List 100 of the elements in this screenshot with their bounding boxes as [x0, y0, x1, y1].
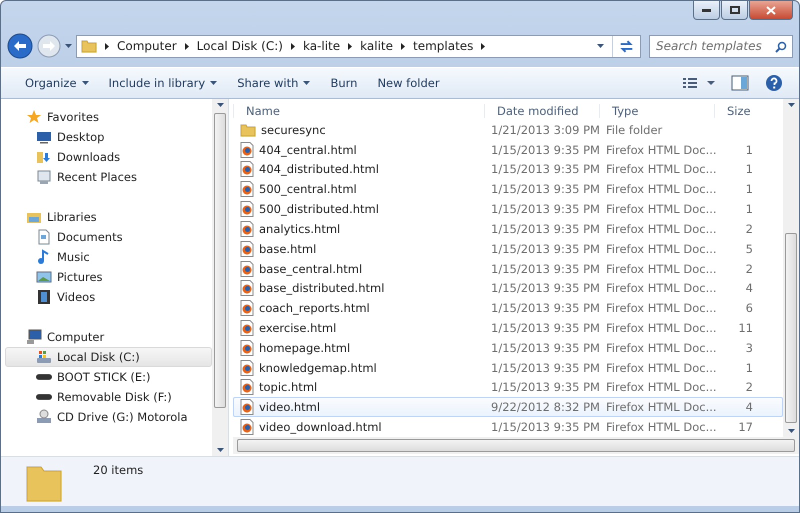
file-size: 17	[738, 420, 753, 434]
file-size: 1	[746, 202, 753, 216]
nav-item[interactable]: Videos	[5, 287, 212, 307]
nav-item[interactable]: Recent Places	[5, 167, 212, 187]
nav-item[interactable]: Removable Disk (F:)	[5, 387, 212, 407]
horizontal-scrollbar[interactable]	[233, 437, 799, 454]
file-row[interactable]: base_distributed.html 1/15/2013 9:35 PM Firefox HTML Doc... 4	[233, 278, 783, 298]
file-row[interactable]: topic.html 1/15/2013 9:35 PM Firefox HTML Doc... 2	[233, 378, 783, 398]
nav-group-header[interactable]: Favorites	[5, 107, 212, 127]
date-modified: 1/15/2013 9:35 PM	[491, 262, 600, 276]
column-header[interactable]: Size	[714, 104, 752, 118]
document-icon	[36, 229, 52, 245]
date-modified: 1/21/2013 3:09 PM	[491, 122, 600, 137]
file-row[interactable]: exercise.html 1/15/2013 9:35 PM Firefox HTML Doc... 11	[233, 318, 783, 338]
date-modified: 1/15/2013 9:35 PM	[491, 162, 600, 176]
file-name: video_download.html	[259, 420, 382, 434]
file-row[interactable]: 500_central.html 1/15/2013 9:35 PM Firefox HTML Doc... 1	[233, 179, 783, 200]
file-size: 1	[746, 360, 753, 375]
firefox-file-icon	[240, 360, 254, 376]
file-row[interactable]: base.html 1/15/2013 9:35 PM Firefox HTML Doc... 5	[233, 238, 783, 259]
nav-item[interactable]: BOOT STICK (E:)	[5, 367, 212, 387]
close-button[interactable]	[749, 1, 793, 20]
file-type: Firefox HTML Doc...	[606, 262, 717, 276]
firefox-file-icon	[240, 260, 254, 277]
nav-item[interactable]: Music	[5, 247, 212, 267]
picture-icon	[36, 269, 52, 285]
search-icon	[775, 40, 787, 52]
file-name: 500_central.html	[259, 182, 357, 196]
firefox-file-icon	[240, 399, 254, 416]
nav-group-header[interactable]: Computer	[5, 327, 212, 347]
nav-item[interactable]: CD Drive (G:) Motorola	[5, 407, 212, 427]
file-type: Firefox HTML Doc...	[606, 321, 717, 335]
minimize-button[interactable]	[693, 1, 720, 20]
nav-item[interactable]: Documents	[5, 227, 212, 247]
nav-item[interactable]: Desktop	[5, 127, 212, 147]
file-type: Firefox HTML Doc...	[606, 360, 717, 375]
file-name: knowledgemap.html	[259, 360, 377, 375]
scroll-thumb[interactable]	[785, 233, 797, 423]
chevron-icon	[290, 42, 295, 50]
file-name: base_distributed.html	[259, 281, 384, 296]
file-type: Firefox HTML Doc...	[606, 202, 717, 216]
file-row[interactable]: 404_central.html 1/15/2013 9:35 PM Firefox HTML Doc... 1	[233, 140, 783, 160]
scroll-thumb[interactable]	[237, 439, 795, 452]
breadcrumb[interactable]: ka-lite	[302, 39, 340, 53]
scroll-thumb[interactable]	[214, 113, 226, 408]
file-row[interactable]: video_download.html 1/15/2013 9:35 PM Firefox HTML Doc... 17	[233, 417, 783, 437]
vertical-scrollbar[interactable]	[212, 99, 228, 456]
file-size: 1	[746, 182, 753, 196]
date-modified: 1/15/2013 9:35 PM	[491, 202, 600, 216]
view-options-icon[interactable]	[683, 76, 717, 90]
date-modified: 1/15/2013 9:35 PM	[491, 222, 600, 236]
file-name: 500_distributed.html	[259, 202, 379, 216]
help-icon[interactable]	[765, 74, 783, 92]
firefox-file-icon	[240, 220, 254, 237]
download-folder-icon	[36, 149, 52, 165]
nav-item[interactable]: Local Disk (C:)	[5, 347, 212, 367]
file-size: 4	[746, 400, 753, 414]
file-row[interactable]: coach_reports.html 1/15/2013 9:35 PM Firefox HTML Doc... 6	[233, 298, 783, 318]
maximize-button[interactable]	[721, 1, 748, 20]
file-row[interactable]: securesync 1/21/2013 3:09 PM File folder	[233, 120, 783, 140]
file-row[interactable]: video.html 9/22/2012 8:32 PM Firefox HTML Doc... 4	[233, 397, 783, 418]
file-row[interactable]: 404_distributed.html 1/15/2013 9:35 PM Firefox HTML Doc... 1	[233, 159, 783, 180]
firefox-file-icon	[240, 300, 254, 316]
file-name: base_central.html	[259, 262, 362, 276]
firefox-file-icon	[240, 419, 254, 436]
column-header[interactable]: Type	[599, 104, 714, 118]
file-type: Firefox HTML Doc...	[606, 182, 717, 196]
column-header[interactable]: Name	[233, 104, 484, 118]
file-row[interactable]: 500_distributed.html 1/15/2013 9:35 PM Firefox HTML Doc... 1	[233, 199, 783, 219]
toolbar-button[interactable]: Burn	[322, 73, 366, 93]
back-button[interactable]	[7, 33, 33, 59]
breadcrumb[interactable]: Computer	[117, 39, 177, 53]
breadcrumb[interactable]: templates	[413, 39, 474, 53]
nav-item[interactable]: Pictures	[5, 267, 212, 287]
vertical-scrollbar[interactable]	[783, 99, 799, 437]
file-row[interactable]: base_central.html 1/15/2013 9:35 PM Firefox HTML Doc... 2	[233, 258, 783, 278]
caret-icon	[216, 448, 224, 452]
file-size: 1	[746, 142, 753, 157]
file-size: 6	[746, 301, 753, 316]
film-icon	[36, 289, 52, 305]
nav-item[interactable]: Downloads	[5, 147, 212, 167]
address-bar[interactable]: Computer Local Disk (C:) ka-lite kalite templates	[76, 34, 641, 58]
file-row[interactable]: knowledgemap.html 1/15/2013 9:35 PM Firefox HTML Doc... 1	[233, 358, 783, 378]
toolbar-button[interactable]: Include in library	[100, 73, 226, 93]
toolbar-button[interactable]: New folder	[369, 73, 448, 93]
breadcrumb[interactable]: kalite	[360, 39, 393, 53]
file-type: Firefox HTML Doc...	[606, 142, 717, 157]
search-field[interactable]: Search templates	[649, 34, 793, 58]
file-size: 1	[746, 162, 753, 176]
preview-pane-icon[interactable]	[731, 75, 749, 91]
date-modified: 1/15/2013 9:35 PM	[491, 242, 600, 256]
caret-icon	[788, 429, 794, 433]
breadcrumb[interactable]: Local Disk (C:)	[196, 39, 283, 53]
column-header[interactable]: Date modified	[484, 104, 599, 118]
nav-group-header[interactable]: Libraries	[5, 207, 212, 227]
file-row[interactable]: homepage.html 1/15/2013 9:35 PM Firefox HTML Doc... 3	[233, 338, 783, 358]
file-row[interactable]: analytics.html 1/15/2013 9:35 PM Firefox HTML Doc... 2	[233, 218, 783, 239]
toolbar-button[interactable]: Share with	[229, 73, 318, 93]
folder-icon	[240, 122, 256, 138]
toolbar-button[interactable]: Organize	[17, 73, 97, 93]
